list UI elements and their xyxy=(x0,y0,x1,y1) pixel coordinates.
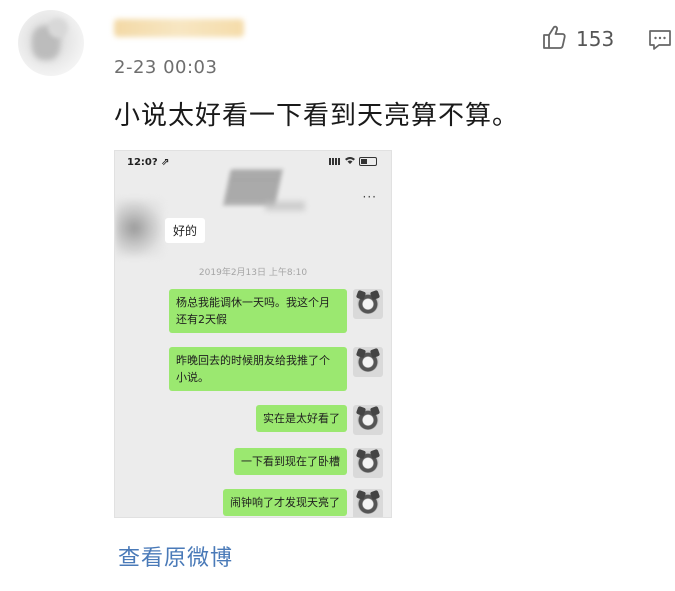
thumbs-up-icon xyxy=(540,23,568,55)
avatar[interactable] xyxy=(18,10,84,76)
sent-message-row: 杨总我能调休一天吗。我这个月还有2天假 xyxy=(169,289,383,333)
sent-message: 闹钟响了才发现天亮了 xyxy=(223,489,347,516)
sent-message-row: 闹钟响了才发现天亮了 xyxy=(223,489,383,517)
comment-button[interactable] xyxy=(648,28,672,56)
status-bar: 12:0? ⇗ xyxy=(115,151,391,171)
my-avatar xyxy=(353,289,383,319)
chat-time: 2019年2月13日 上午8:10 xyxy=(198,268,308,278)
view-original-link[interactable]: 查看原微博 xyxy=(118,540,233,572)
chat-title-blurred xyxy=(223,169,283,205)
status-time: 12:0? ⇗ xyxy=(127,157,170,168)
username[interactable] xyxy=(114,14,336,42)
chat-title-blurred-2 xyxy=(265,201,305,211)
attached-image[interactable]: 12:0? ⇗ ··· 好的 2019年2月13日 上午8:10 杨总我能调休一… xyxy=(114,150,392,518)
received-message: 好的 xyxy=(165,218,206,243)
comment-icon xyxy=(648,30,672,56)
sent-message: 昨晚回去的时候朋友给我推了个小说。 xyxy=(169,347,347,391)
my-avatar xyxy=(353,448,383,478)
my-avatar xyxy=(353,347,383,377)
sent-message-row: 一下看到现在了卧槽 xyxy=(234,448,383,478)
status-icons xyxy=(329,156,377,167)
contact-avatar xyxy=(115,199,163,257)
sent-message: 实在是太好看了 xyxy=(256,405,347,432)
my-avatar xyxy=(353,405,383,435)
more-icon[interactable]: ··· xyxy=(363,190,377,204)
like-button[interactable]: 153 xyxy=(540,24,614,54)
signal-icon xyxy=(329,158,341,165)
sent-message: 一下看到现在了卧槽 xyxy=(234,448,347,475)
sent-message-row: 昨晚回去的时候朋友给我推了个小说。 xyxy=(169,347,383,391)
my-avatar xyxy=(353,489,383,517)
post-timestamp: 2-23 00:03 xyxy=(114,57,218,78)
like-count: 153 xyxy=(576,27,615,51)
post-content: 小说太好看一下看到天亮算不算。 xyxy=(114,101,520,131)
sent-message-row: 实在是太好看了 xyxy=(256,405,383,435)
wifi-icon xyxy=(345,156,355,167)
battery-icon xyxy=(359,157,377,166)
sent-message: 杨总我能调休一天吗。我这个月还有2天假 xyxy=(169,289,347,333)
